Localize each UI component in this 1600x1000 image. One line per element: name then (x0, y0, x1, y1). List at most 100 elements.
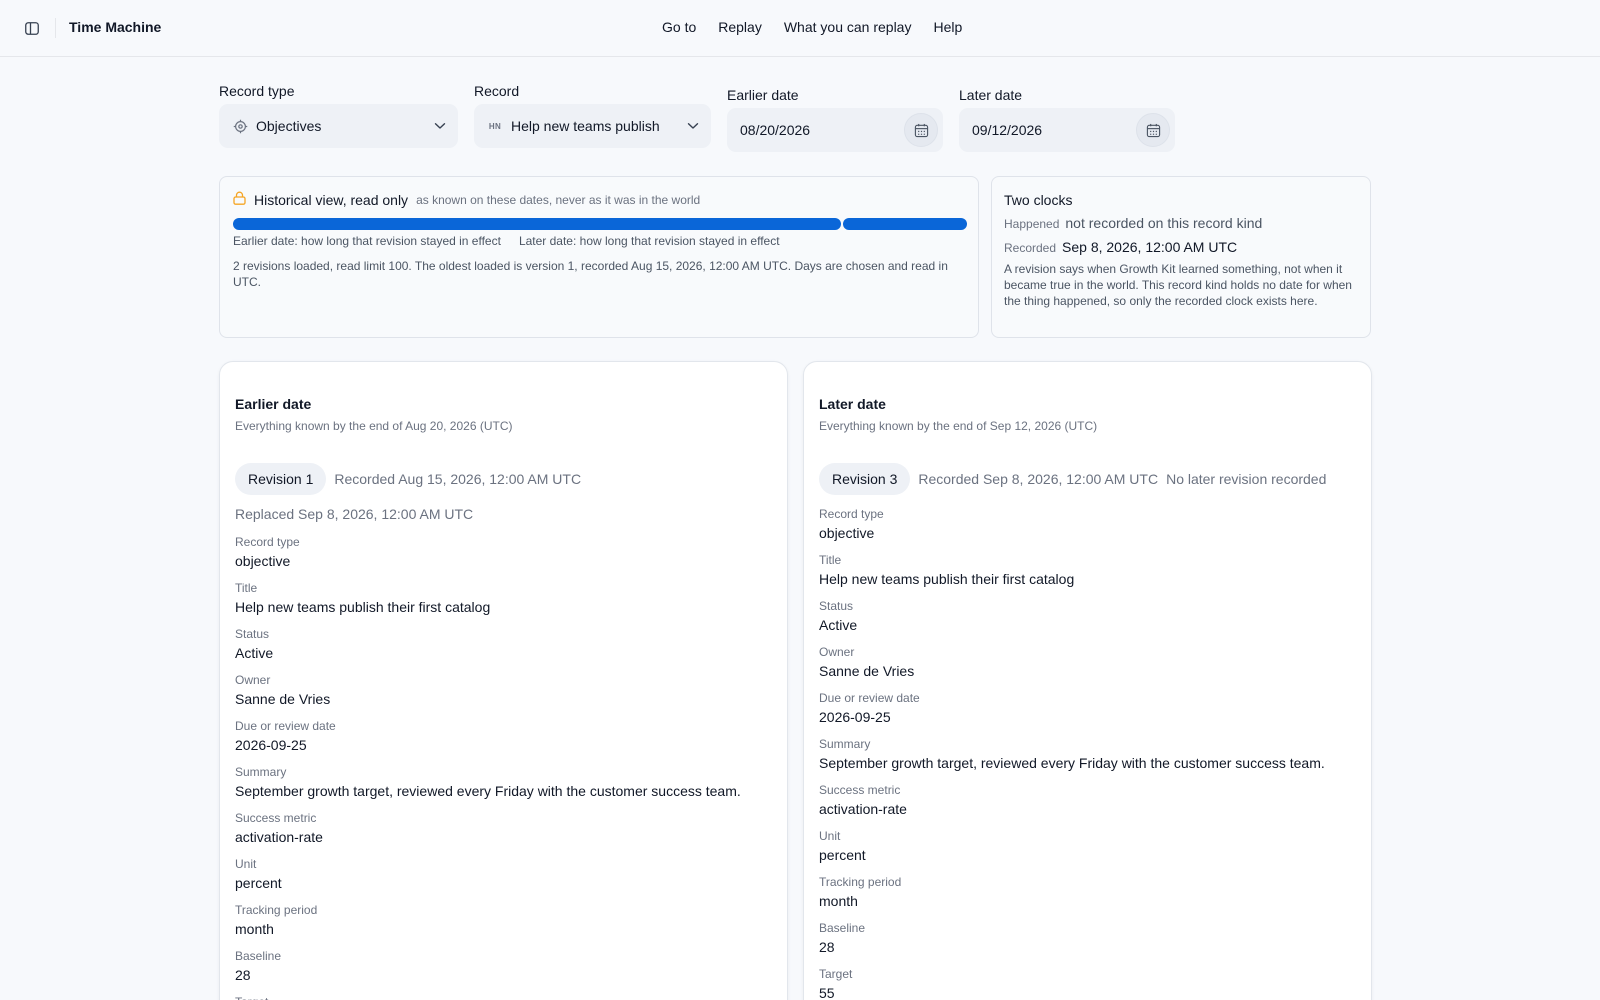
panel-title: Later date (819, 396, 886, 412)
field-label: Title (235, 581, 258, 595)
target-icon (230, 119, 250, 134)
field-value: September growth target, reviewed every … (819, 755, 1325, 771)
calendar-icon[interactable] (904, 113, 938, 147)
calendar-icon[interactable] (1136, 113, 1170, 147)
earlier-fields: Record type objective Title Help new teams … (235, 534, 741, 1000)
field-label: Success metric (235, 811, 317, 825)
field-row: Summary September growth target, reviewed… (235, 764, 741, 810)
record-label: Record (474, 83, 520, 99)
record-type-value: Objectives (256, 118, 322, 134)
top-bar: Time Machine Go to Replay What you can r… (0, 0, 1600, 57)
field-row: Title Help new teams publish their first … (819, 552, 1325, 598)
field-row: Title Help new teams publish their first … (235, 580, 741, 626)
panel-subtitle: Everything known by the end of Aug 20, 2… (235, 419, 513, 433)
timeline-segment-earlier (233, 218, 841, 230)
field-row: Due or review date 2026-09-25 (819, 690, 1325, 736)
field-label: Target (819, 967, 853, 981)
top-nav: Go to Replay What you can replay Help (662, 19, 962, 35)
field-value: 28 (235, 967, 251, 983)
revision-timeline-bar (233, 218, 967, 230)
revision-badge[interactable]: Revision 3 (819, 463, 911, 495)
record-type-select[interactable]: Objectives (219, 104, 458, 148)
field-value: percent (819, 847, 866, 863)
field-value: Sanne de Vries (235, 691, 331, 707)
field-row: Unit percent (235, 856, 741, 902)
recorded-key: Recorded (1004, 241, 1057, 255)
panel-title: Earlier date (235, 396, 312, 412)
happened-value: not recorded on this record kind (1065, 215, 1263, 231)
later-fields: Record type objective Title Help new teams … (819, 506, 1325, 1000)
happened-key: Happened (1004, 217, 1060, 231)
nav-go-to[interactable]: Go to (662, 19, 696, 35)
two-clocks-note: A revision says when Growth Kit learned … (1004, 262, 1352, 308)
field-value: activation-rate (235, 829, 323, 845)
record-value: Help new teams publish (511, 118, 660, 134)
field-row: Owner Sanne de Vries (235, 672, 741, 718)
field-row: Record type objective (235, 534, 741, 580)
lock-icon (233, 191, 246, 208)
field-row: Target (235, 994, 741, 1000)
field-row: Status Active (819, 598, 1325, 644)
record-select[interactable]: HN Help new teams publish (474, 104, 711, 148)
field-label: Status (235, 627, 270, 641)
field-label: Record type (819, 507, 884, 521)
revision-badge[interactable]: Revision 1 (235, 463, 327, 495)
chevron-down-icon (434, 122, 446, 130)
field-label: Status (819, 599, 854, 613)
field-row: Due or review date 2026-09-25 (235, 718, 741, 764)
field-label: Baseline (235, 949, 282, 963)
field-label: Due or review date (235, 719, 336, 733)
field-value: Active (235, 645, 274, 661)
field-value: month (819, 893, 858, 909)
field-label: Due or review date (819, 691, 920, 705)
field-label: Baseline (819, 921, 866, 935)
earlier-date-panel: Earlier date Everything known by the end… (219, 361, 788, 1000)
recorded-at: Recorded Aug 15, 2026, 12:00 AM UTC (334, 471, 582, 487)
field-row: Status Active (235, 626, 741, 672)
recorded-at: Recorded Sep 8, 2026, 12:00 AM UTC (918, 471, 1159, 487)
field-label: Summary (819, 737, 871, 751)
field-row: Owner Sanne de Vries (819, 644, 1325, 690)
field-value: Help new teams publish their first catal… (819, 571, 1075, 587)
field-label: Owner (235, 673, 271, 687)
field-label: Record type (235, 535, 300, 549)
field-row: Success metric activation-rate (819, 782, 1325, 828)
app-title: Time Machine (69, 19, 162, 35)
later-date-input[interactable] (972, 122, 1122, 138)
field-label: Unit (235, 857, 257, 871)
sidebar-toggle-icon[interactable] (22, 18, 42, 38)
field-value: month (235, 921, 274, 937)
field-row: Baseline 28 (819, 920, 1325, 966)
record-type-label: Record type (219, 83, 295, 99)
earlier-date-field (727, 108, 943, 152)
field-label: Tracking period (819, 875, 902, 889)
nav-replay[interactable]: Replay (718, 19, 762, 35)
field-label: Owner (819, 645, 855, 659)
field-row: Success metric activation-rate (235, 810, 741, 856)
panel-subtitle: Everything known by the end of Sep 12, 2… (819, 419, 1098, 433)
later-date-field (959, 108, 1175, 152)
field-value: 2026-09-25 (235, 737, 307, 753)
field-value: Active (819, 617, 858, 633)
field-value: activation-rate (819, 801, 907, 817)
later-date-label: Later date (959, 87, 1023, 103)
earlier-date-label: Earlier date (727, 87, 799, 103)
earlier-date-input[interactable] (740, 122, 890, 138)
nav-help[interactable]: Help (933, 19, 962, 35)
later-date-panel: Later date Everything known by the end o… (803, 361, 1372, 1000)
field-row: Baseline 28 (235, 948, 741, 994)
field-row: Tracking period month (819, 874, 1325, 920)
field-value: Sanne de Vries (819, 663, 915, 679)
field-label: Title (819, 553, 842, 567)
field-value: objective (819, 525, 875, 541)
nav-what-you-can-replay[interactable]: What you can replay (784, 19, 912, 35)
historical-view-card: Historical view, read only as known on t… (219, 176, 979, 338)
historical-title: Historical view, read only (254, 191, 409, 208)
chevron-down-icon (687, 122, 699, 130)
historical-subtitle: as known on these dates, never as it was… (416, 192, 701, 207)
field-row: Unit percent (819, 828, 1325, 874)
header-divider (55, 18, 56, 38)
recorded-value: Sep 8, 2026, 12:00 AM UTC (1062, 239, 1238, 255)
legend-earlier: Earlier date: how long that revision sta… (233, 234, 501, 248)
field-row: Summary September growth target, reviewed… (819, 736, 1325, 782)
